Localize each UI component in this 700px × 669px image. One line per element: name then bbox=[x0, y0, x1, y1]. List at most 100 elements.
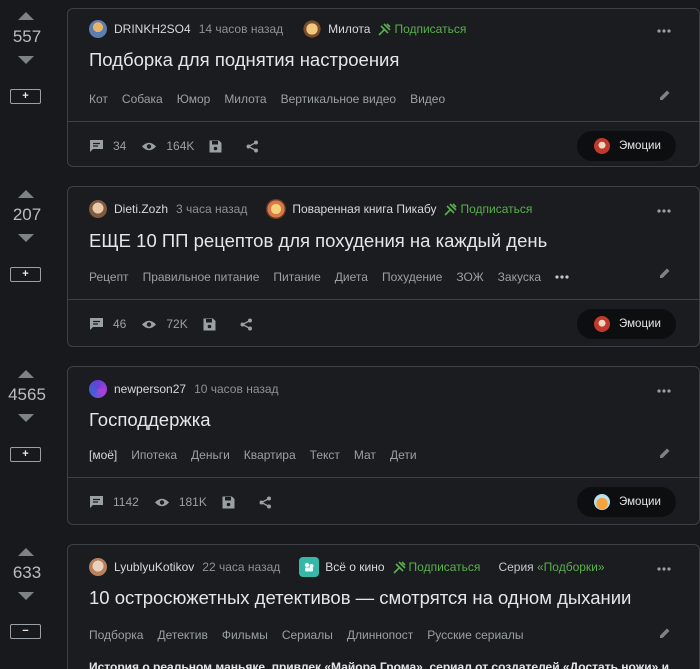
downvote-icon[interactable] bbox=[18, 414, 34, 422]
emotions-label: Эмоции bbox=[619, 318, 661, 330]
post-header: Dieti.Zozh 3 часа назад Поваренная книга… bbox=[89, 199, 550, 219]
eye-icon bbox=[154, 498, 169, 506]
share-button[interactable] bbox=[259, 496, 281, 509]
tag[interactable]: ЗОЖ bbox=[456, 270, 483, 284]
comments-button[interactable]: 34 bbox=[89, 139, 126, 153]
tag[interactable]: Рецепт bbox=[89, 270, 129, 284]
emotion-face-icon bbox=[594, 316, 610, 332]
tag[interactable]: Видео bbox=[410, 92, 445, 106]
downvote-icon[interactable] bbox=[18, 234, 34, 242]
tag[interactable]: Собака bbox=[122, 92, 163, 106]
tag[interactable]: Правильное питание bbox=[143, 270, 260, 284]
more-options-icon[interactable] bbox=[657, 567, 671, 571]
eye-icon bbox=[142, 142, 157, 150]
tag[interactable]: Сериалы bbox=[282, 628, 333, 642]
tag[interactable]: Текст bbox=[310, 448, 340, 462]
post-title[interactable]: Господдержка bbox=[89, 409, 211, 431]
avatar[interactable] bbox=[89, 20, 107, 38]
downvote-icon[interactable] bbox=[18, 56, 34, 64]
avatar[interactable] bbox=[89, 558, 107, 576]
tag[interactable]: Кот bbox=[89, 92, 108, 106]
post-title[interactable]: Подборка для поднятия настроения bbox=[89, 49, 399, 71]
more-options-icon[interactable] bbox=[657, 209, 671, 213]
series-link[interactable]: Серия «Подборки» bbox=[498, 560, 604, 574]
tag[interactable]: Длиннопост bbox=[347, 628, 413, 642]
avatar[interactable] bbox=[89, 200, 107, 218]
post-card: LyublyuKotikov 22 часа назад Всё о кино … bbox=[67, 544, 700, 669]
subscribe-button[interactable]: Подписаться bbox=[378, 22, 466, 36]
expand-button[interactable]: + bbox=[10, 447, 41, 462]
tag[interactable]: Русские сериалы bbox=[427, 628, 523, 642]
emotion-face-icon bbox=[594, 138, 610, 154]
post-title[interactable]: ЕЩЕ 10 ПП рецептов для похудения на кажд… bbox=[89, 230, 547, 252]
community-name[interactable]: Всё о кино bbox=[325, 560, 384, 574]
post-time: 3 часа назад bbox=[176, 202, 248, 216]
author-name[interactable]: Dieti.Zozh bbox=[114, 202, 168, 216]
tag[interactable]: Ипотека bbox=[131, 448, 177, 462]
edit-tags-icon[interactable] bbox=[659, 267, 671, 279]
more-options-icon[interactable] bbox=[657, 29, 671, 33]
save-icon bbox=[222, 496, 235, 508]
share-button[interactable] bbox=[246, 140, 268, 153]
edit-tags-icon[interactable] bbox=[659, 447, 671, 459]
tag[interactable]: Вертикальное видео bbox=[281, 92, 396, 106]
save-button[interactable] bbox=[209, 140, 231, 153]
author-name[interactable]: LyublyuKotikov bbox=[114, 560, 194, 574]
tag[interactable]: Питание bbox=[273, 270, 320, 284]
community-name[interactable]: Поваренная книга Пикабу bbox=[292, 202, 436, 216]
community-avatar[interactable] bbox=[266, 199, 287, 219]
tag-list: [моё] Ипотека Деньги Квартира Текст Мат … bbox=[89, 448, 431, 462]
rating-count: 207 bbox=[12, 205, 42, 224]
upvote-icon[interactable] bbox=[18, 190, 34, 198]
avatar[interactable] bbox=[89, 380, 107, 398]
expand-button[interactable]: + bbox=[10, 267, 41, 282]
downvote-icon[interactable] bbox=[18, 592, 34, 600]
community-avatar[interactable] bbox=[302, 19, 323, 39]
comments-button[interactable]: 1142 bbox=[89, 495, 139, 509]
divider bbox=[68, 121, 699, 122]
edit-tags-icon[interactable] bbox=[659, 89, 671, 101]
subscribe-label: Подписаться bbox=[408, 560, 481, 574]
comments-count: 1142 bbox=[113, 495, 139, 509]
upvote-icon[interactable] bbox=[18, 370, 34, 378]
expand-button[interactable]: + bbox=[10, 89, 41, 104]
emotions-button[interactable]: Эмоции bbox=[577, 487, 676, 517]
community-name[interactable]: Милота bbox=[328, 22, 370, 36]
tag[interactable]: Дети bbox=[390, 448, 417, 462]
upvote-icon[interactable] bbox=[18, 12, 34, 20]
author-name[interactable]: DRINKH2SO4 bbox=[114, 22, 191, 36]
subscribe-button[interactable]: Подписаться bbox=[444, 202, 532, 216]
share-button[interactable] bbox=[240, 318, 262, 331]
more-options-icon[interactable] bbox=[657, 389, 671, 393]
upvote-icon[interactable] bbox=[18, 548, 34, 556]
edit-tags-icon[interactable] bbox=[659, 627, 671, 639]
community-avatar[interactable] bbox=[299, 557, 320, 577]
tag[interactable]: Закуска bbox=[498, 270, 541, 284]
more-tags-icon[interactable] bbox=[555, 275, 569, 279]
tag[interactable]: Милота bbox=[224, 92, 266, 106]
tag[interactable]: Мат bbox=[354, 448, 376, 462]
tag[interactable]: Фильмы bbox=[222, 628, 268, 642]
save-button[interactable] bbox=[203, 318, 225, 331]
views-counter: 164K bbox=[141, 139, 194, 153]
tag[interactable]: Подборка bbox=[89, 628, 143, 642]
tag[interactable]: Юмор bbox=[177, 92, 211, 106]
comments-button[interactable]: 46 bbox=[89, 317, 126, 331]
tag[interactable]: Диета bbox=[335, 270, 368, 284]
tag[interactable]: Похудение bbox=[382, 270, 442, 284]
emotions-button[interactable]: Эмоции bbox=[577, 131, 676, 161]
tag[interactable]: Детектив bbox=[157, 628, 207, 642]
subscribe-button[interactable]: Подписаться bbox=[392, 560, 481, 574]
tag[interactable]: Деньги bbox=[191, 448, 230, 462]
tag[interactable]: Квартира bbox=[244, 448, 296, 462]
author-name[interactable]: newperson27 bbox=[114, 382, 186, 396]
comments-count: 34 bbox=[113, 139, 127, 153]
post-footer: 1142 181K bbox=[89, 495, 296, 509]
tag[interactable]: [моё] bbox=[89, 448, 117, 462]
save-button[interactable] bbox=[222, 496, 244, 509]
post-title[interactable]: 10 остросюжетных детективов — смотрятся … bbox=[89, 587, 631, 609]
post-card: newperson27 10 часов назад Господдержка … bbox=[67, 366, 700, 525]
collapse-button[interactable]: − bbox=[10, 624, 41, 639]
views-counter: 181K bbox=[154, 495, 207, 509]
emotions-button[interactable]: Эмоции bbox=[577, 309, 676, 339]
